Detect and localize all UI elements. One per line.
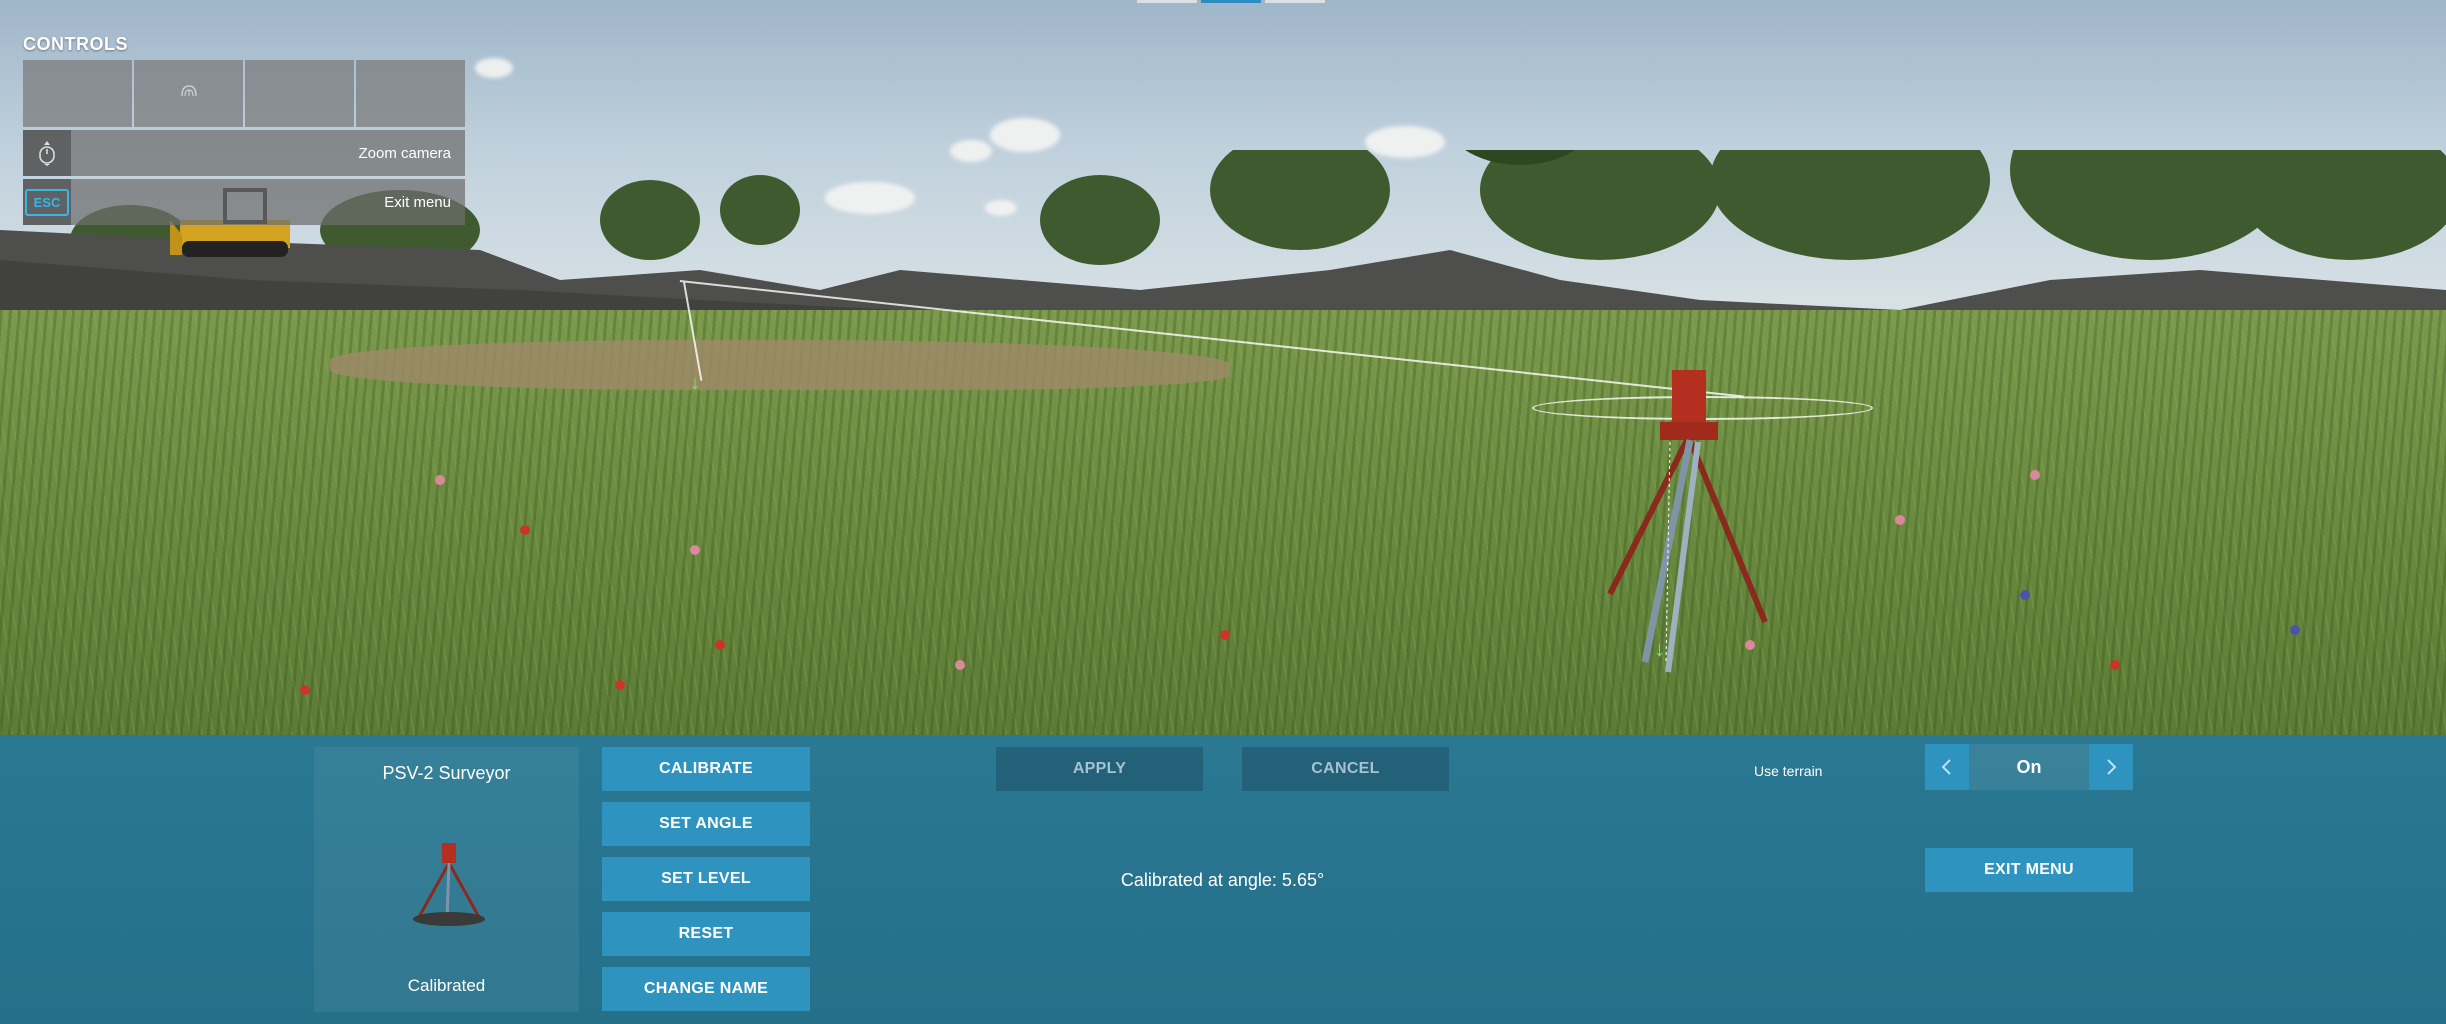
cloud [475,58,513,78]
apply-button[interactable]: APPLY [996,747,1203,791]
control-row-zoom: Zoom camera [23,130,465,176]
target-marker-icon: ↓ [1654,636,1665,661]
control-row-exit: ESC Exit menu [23,179,465,225]
control-slot-mouse [134,60,243,127]
flower [2030,470,2040,480]
page-indicator-dot [1137,0,1197,3]
use-terrain-value: On [1969,744,2089,790]
escape-key-icon: ESC [24,188,70,216]
terrain-prev-button[interactable] [1925,744,1969,790]
control-slot [356,60,465,127]
flower [520,525,530,535]
reset-button[interactable]: RESET [602,912,810,956]
chevron-right-icon [2107,759,2117,775]
flower [1895,515,1905,525]
controls-title: CONTROLS [23,34,128,54]
flower [435,475,445,485]
device-status: Calibrated [407,976,486,995]
surveyor-menu-panel: PSV-2 Surveyor Calibrated CALIBRATE SET … [0,735,2446,1024]
mouse-icon [180,84,197,96]
flower [1220,630,1230,640]
flower [2020,590,2030,600]
controls-grid [23,60,465,127]
page-indicator [1137,0,1325,3]
page-indicator-dot-active [1201,0,1261,3]
flower [300,685,310,695]
use-terrain-label: Use terrain [1754,763,1823,779]
control-slot [23,60,132,127]
dirt-patch [330,340,1230,390]
flower [615,680,625,690]
change-name-button[interactable]: CHANGE NAME [602,967,810,1011]
control-zoom-label: Zoom camera [358,144,451,162]
mouse-scroll-icon [39,141,55,166]
controls-panel: CONTROLS Zoom camera ESC Exit menu [23,34,465,225]
surveyor-device-image [413,843,485,926]
control-slot [245,60,354,127]
device-name: PSV-2 Surveyor [382,763,511,783]
flower [2290,625,2300,635]
flower [690,545,700,555]
chevron-left-icon [1941,759,1951,775]
cloud [990,118,1060,152]
flower [2110,660,2120,670]
surveyor-tripod [1607,370,1768,673]
use-terrain-selector[interactable]: On [1925,744,2133,790]
mouse-scroll-key [23,130,71,176]
escape-key: ESC [23,179,71,225]
set-level-button[interactable]: SET LEVEL [602,857,810,901]
target-marker-icon: ↓ [690,372,700,394]
terrain-next-button[interactable] [2089,744,2133,790]
flower [955,660,965,670]
device-card: PSV-2 Surveyor Calibrated [314,747,579,1012]
page-indicator-dot [1265,0,1325,3]
flower [715,640,725,650]
set-angle-button[interactable]: SET ANGLE [602,802,810,846]
calibration-status: Calibrated at angle: 5.65° [1120,870,1325,890]
calibrate-button[interactable]: CALIBRATE [602,747,810,791]
cancel-button[interactable]: CANCEL [1242,747,1449,791]
exit-menu-button[interactable]: EXIT MENU [1925,848,2133,892]
control-exit-label: Exit menu [384,193,451,211]
